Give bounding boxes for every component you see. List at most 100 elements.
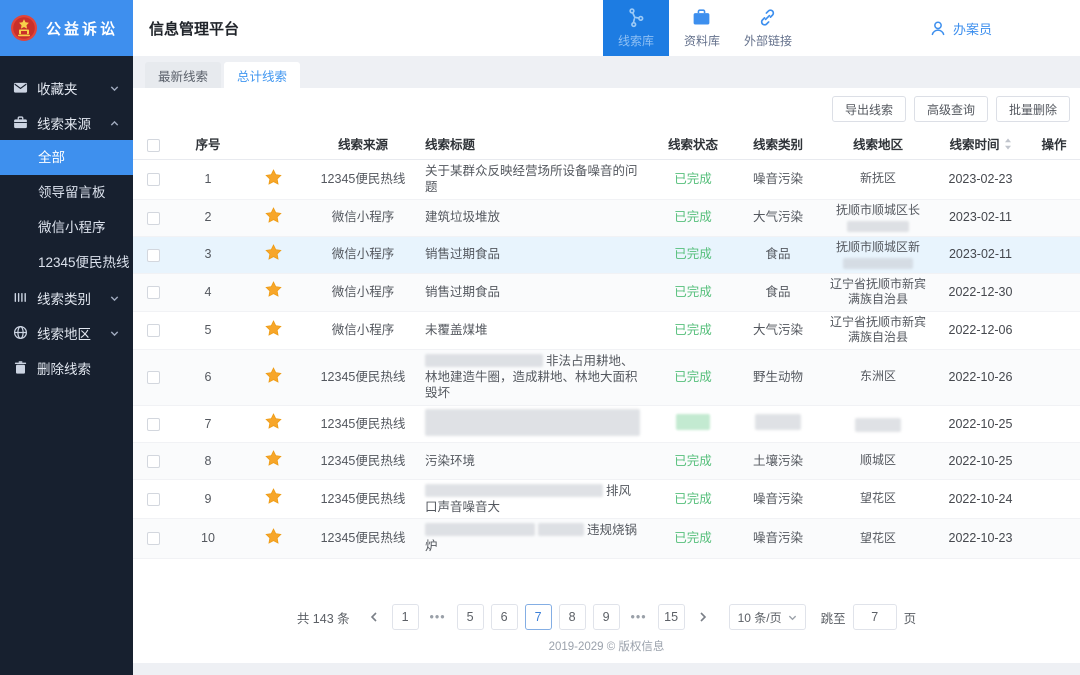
table-body: 112345便民热线关于某群众反映经营场所设备噪音的问题已完成噪音污染新抚区20… — [133, 160, 1080, 559]
page-ellipsis[interactable]: ••• — [426, 610, 450, 624]
time-text: 2023-02-11 — [949, 247, 1012, 261]
sidebar-item[interactable]: 删除线索 — [0, 350, 133, 385]
next-page-button[interactable] — [692, 604, 714, 630]
sidebar-item[interactable]: 线索来源 — [0, 105, 133, 140]
table-row[interactable]: 1012345便民热线违规烧锅炉已完成噪音污染望花区2022-10-23 — [133, 519, 1080, 559]
redacted-category-block — [755, 414, 801, 430]
clue-time: 2022-10-26 — [933, 366, 1028, 388]
page-ellipsis[interactable]: ••• — [627, 610, 651, 624]
header-nav-label: 线索库 — [618, 32, 654, 49]
column-header-num[interactable]: 序号 — [173, 134, 243, 156]
table-row[interactable]: 2微信小程序建筑垃圾堆放已完成大气污染抚顺市顺城区长2023-02-11 — [133, 200, 1080, 237]
row-number: 1 — [173, 168, 243, 190]
sidebar-subitem[interactable]: 微信小程序 — [0, 210, 133, 245]
star-icon[interactable] — [264, 527, 283, 546]
row-star-cell — [243, 277, 303, 306]
star-icon[interactable] — [264, 280, 283, 299]
header-nav-item[interactable]: 资料库 — [669, 0, 735, 56]
table-row[interactable]: 5微信小程序未覆盖煤堆已完成大气污染辽宁省抚顺市新宾满族自治县2022-12-0… — [133, 312, 1080, 350]
row-checkbox[interactable] — [147, 493, 160, 506]
row-checkbox[interactable] — [147, 371, 160, 384]
table-row[interactable]: 712345便民热线2022-10-25 — [133, 406, 1080, 443]
star-icon[interactable] — [264, 319, 283, 338]
star-icon[interactable] — [264, 487, 283, 506]
sidebar-subitem[interactable]: 12345便民热线 — [0, 245, 133, 280]
row-checkbox[interactable] — [147, 249, 160, 262]
sidebar-subitem[interactable]: 领导留言板 — [0, 175, 133, 210]
page-button[interactable]: 6 — [491, 604, 518, 630]
row-action-cell — [1028, 496, 1080, 502]
row-checkbox[interactable] — [147, 532, 160, 545]
table-row[interactable]: 112345便民热线关于某群众反映经营场所设备噪音的问题已完成噪音污染新抚区20… — [133, 160, 1080, 200]
column-header-time[interactable]: 线索时间 — [933, 134, 1028, 156]
clue-title: 未覆盖煤堆 — [423, 319, 653, 341]
prev-page-button[interactable] — [363, 604, 385, 630]
table-row[interactable]: 912345便民热线排风口声音噪音大已完成噪音污染望花区2022-10-24 — [133, 480, 1080, 520]
page-button-current[interactable]: 7 — [525, 604, 552, 630]
page-button[interactable]: 15 — [658, 604, 685, 630]
toolbar-button[interactable]: 批量删除 — [996, 96, 1070, 122]
table-row[interactable]: 3微信小程序销售过期食品已完成食品抚顺市顺城区新2023-02-11 — [133, 237, 1080, 274]
column-header-region[interactable]: 线索地区 — [823, 134, 933, 156]
row-action-cell — [1028, 176, 1080, 182]
clue-title-text: 销售过期食品 — [425, 247, 500, 261]
star-icon[interactable] — [264, 243, 283, 262]
tab-inactive[interactable]: 最新线索 — [145, 62, 221, 88]
sidebar-item[interactable]: 收藏夹 — [0, 70, 133, 105]
row-checkbox[interactable] — [147, 324, 160, 337]
region-text: 新抚区 — [825, 171, 931, 187]
star-icon[interactable] — [264, 168, 283, 187]
sidebar-item[interactable]: 线索类别 — [0, 280, 133, 315]
table-panel: 导出线索高级查询批量删除 序号 线索来源 线索标题 线索状态 线索类别 线索地区 — [133, 88, 1080, 663]
redacted-region-block — [843, 258, 913, 269]
row-checkbox[interactable] — [147, 286, 160, 299]
jump-page-input[interactable] — [853, 604, 897, 630]
row-checkbox[interactable] — [147, 212, 160, 225]
page-button[interactable]: 1 — [392, 604, 419, 630]
toolbar-button[interactable]: 高级查询 — [914, 96, 988, 122]
tab-active[interactable]: 总计线索 — [224, 62, 300, 88]
clue-time: 2022-10-24 — [933, 488, 1028, 510]
sidebar-item[interactable]: 线索地区 — [0, 315, 133, 350]
app-logo: 公益诉讼 — [0, 0, 133, 56]
page-size-select[interactable]: 10 条/页 — [729, 604, 806, 630]
time-text: 2022-10-23 — [949, 531, 1013, 545]
column-header-source[interactable]: 线索来源 — [303, 134, 423, 156]
sidebar-subitem[interactable]: 全部 — [0, 140, 133, 175]
page-button[interactable]: 5 — [457, 604, 484, 630]
clue-title: 建筑垃圾堆放 — [423, 206, 653, 228]
chevron-down-icon — [109, 82, 120, 93]
pagination-total: 共 143 条 — [297, 608, 350, 627]
clue-category: 大气污染 — [733, 206, 823, 228]
table-row[interactable]: 812345便民热线污染环境已完成土壤污染顺城区2022-10-25 — [133, 443, 1080, 480]
star-icon[interactable] — [264, 412, 283, 431]
header-nav-item[interactable]: 线索库 — [603, 0, 669, 56]
page-button[interactable]: 8 — [559, 604, 586, 630]
clue-region: 新抚区 — [823, 168, 933, 190]
star-icon[interactable] — [264, 366, 283, 385]
clue-time: 2023-02-11 — [933, 206, 1028, 228]
column-header-action[interactable]: 操作 — [1028, 134, 1080, 156]
status-text: 已完成 — [674, 172, 712, 186]
column-header-category[interactable]: 线索类别 — [733, 134, 823, 156]
time-text: 2022-12-06 — [949, 323, 1013, 337]
row-checkbox[interactable] — [147, 418, 160, 431]
row-checkbox[interactable] — [147, 173, 160, 186]
sort-icon[interactable] — [1004, 138, 1012, 149]
table-row[interactable]: 612345便民热线非法占用耕地、林地建造牛圈，造成耕地、林地大面积毁坏已完成野… — [133, 350, 1080, 406]
page-button[interactable]: 9 — [593, 604, 620, 630]
row-checkbox-cell — [133, 413, 173, 435]
row-checkbox[interactable] — [147, 455, 160, 468]
star-icon[interactable] — [264, 449, 283, 468]
user-menu[interactable]: 办案员 — [929, 0, 992, 56]
table-row[interactable]: 4微信小程序销售过期食品已完成食品辽宁省抚顺市新宾满族自治县2022-12-30 — [133, 274, 1080, 312]
page-title: 信息管理平台 — [149, 18, 239, 39]
select-all-checkbox[interactable] — [147, 139, 160, 152]
header-nav-item[interactable]: 外部链接 — [735, 0, 801, 56]
column-header-status[interactable]: 线索状态 — [653, 134, 733, 156]
toolbar-button[interactable]: 导出线索 — [832, 96, 906, 122]
clue-source: 12345便民热线 — [303, 450, 423, 472]
star-icon[interactable] — [264, 206, 283, 225]
clue-category — [733, 411, 823, 437]
column-header-title[interactable]: 线索标题 — [423, 134, 653, 156]
